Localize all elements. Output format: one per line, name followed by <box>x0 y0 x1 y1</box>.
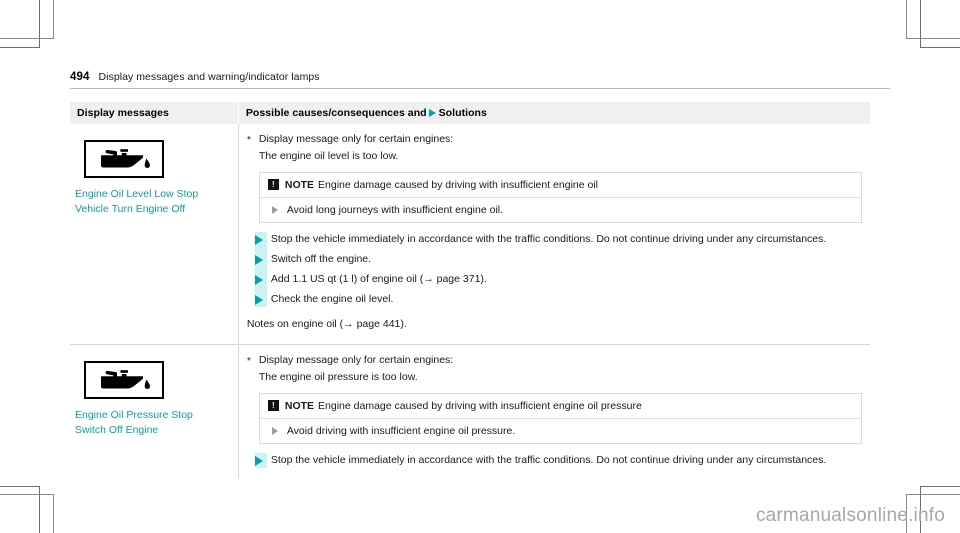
note-title: Engine damage caused by driving with ins… <box>318 400 642 412</box>
column-header-display-messages: Display messages <box>77 107 169 119</box>
triangle-right-icon <box>271 427 278 435</box>
note-callout-bullet: Avoid long journeys with insufficient en… <box>260 198 861 222</box>
lamp-label: Engine Oil Level Low Stop Vehicle Turn E… <box>75 188 199 215</box>
column-header-solutions-prefix: Possible causes/consequences and <box>245 107 427 119</box>
note-bullet-text: Avoid driving with insufficient engine o… <box>286 425 516 437</box>
list-item: Check the engine oil level. <box>247 292 862 307</box>
triangle-right-icon <box>254 456 263 466</box>
triangle-right-icon <box>428 109 436 117</box>
action-step-text: Stop the vehicle immediately in accordan… <box>270 233 827 245</box>
cross-reference-note: Notes on engine oil (→ page 441). <box>246 318 407 330</box>
asterisk-note: * Display message only for certain engin… <box>247 353 862 369</box>
note-word: NOTE <box>284 179 315 191</box>
solutions-cell: * Display message only for certain engin… <box>238 124 870 345</box>
action-step-text: Check the engine oil level. <box>270 293 394 305</box>
note-callout: ! NOTE Engine damage caused by driving wi… <box>258 172 862 223</box>
list-item: Add 1.1 US qt (1 l) of engine oil (→ pag… <box>247 272 862 287</box>
note-bullet-text: Avoid long journeys with insufficient en… <box>286 204 504 216</box>
list-item: Switch off the engine. <box>247 252 862 267</box>
solutions-cell: * Display message only for certain engin… <box>238 345 870 479</box>
column-header-solutions-suffix: Solutions <box>438 107 487 119</box>
crop-mark-top-right-vertical <box>920 0 921 47</box>
display-message-cell: Engine Oil Level Low Stop Vehicle Turn E… <box>70 124 239 345</box>
crop-mark-top-right-vertical-2 <box>906 0 907 38</box>
note-callout-bullet: Avoid driving with insufficient engine o… <box>260 419 861 443</box>
action-step-text: Stop the vehicle immediately in accordan… <box>270 454 827 466</box>
triangle-right-icon <box>254 255 263 265</box>
asterisk-note: * Display message only for certain engin… <box>247 132 862 148</box>
crop-mark-bottom-left-horizontal-2 <box>0 494 54 495</box>
note-title: Engine damage caused by driving with ins… <box>318 179 599 191</box>
crop-mark-bottom-left-horizontal <box>0 486 40 487</box>
exclamation-box-icon: ! <box>267 179 279 190</box>
list-item: Stop the vehicle immediately in accordan… <box>247 453 862 468</box>
action-step-text: Switch off the engine. <box>270 253 372 265</box>
header-divider-rule <box>70 88 890 89</box>
table-header-row: Display messages Possible causes/consequ… <box>70 102 870 124</box>
triangle-right-icon <box>271 206 278 214</box>
crop-mark-top-left-horizontal <box>0 47 40 48</box>
page-running-header: 494 Display messages and warning/indicat… <box>70 71 890 83</box>
crop-mark-top-left-vertical-2 <box>53 0 54 38</box>
crop-mark-top-left-horizontal-2 <box>0 38 54 39</box>
site-watermark: carmanualsonline.info <box>755 505 945 526</box>
triangle-right-icon <box>254 295 263 305</box>
table-row: Engine Oil Pressure Stop Switch Off Engi… <box>70 344 870 479</box>
crop-mark-bottom-left-vertical-2 <box>53 494 54 533</box>
chapter-title: Display messages and warning/indicator l… <box>98 71 320 83</box>
asterisk-note-text: Display message only for certain engines… <box>258 354 454 366</box>
action-step-text: Add 1.1 US qt (1 l) of engine oil (→ pag… <box>270 273 487 285</box>
table-row: Engine Oil Level Low Stop Vehicle Turn E… <box>70 124 870 345</box>
crop-mark-bottom-right-horizontal <box>920 486 960 487</box>
asterisk-note-text: Display message only for certain engines… <box>258 133 454 145</box>
triangle-right-icon <box>254 275 263 285</box>
note-callout-header: ! NOTE Engine damage caused by driving wi… <box>259 173 861 198</box>
note-word: NOTE <box>284 400 315 412</box>
crop-mark-top-right-horizontal-2 <box>906 38 960 39</box>
crop-mark-top-right-horizontal <box>920 47 960 48</box>
display-messages-table: Display messages Possible causes/consequ… <box>70 102 870 478</box>
asterisk-marker: * <box>246 134 251 146</box>
oil-can-icon <box>84 361 164 399</box>
note-callout: ! NOTE Engine damage caused by driving wi… <box>258 393 862 444</box>
condition-text: The engine oil level is too low. <box>258 150 399 162</box>
action-steps-list: Stop the vehicle immediately in accordan… <box>247 453 862 468</box>
crop-mark-bottom-right-horizontal-2 <box>906 494 960 495</box>
column-header-solutions: Possible causes/consequences and Solution… <box>237 102 870 124</box>
page-number: 494 <box>70 71 90 83</box>
action-steps-list: Stop the vehicle immediately in accordan… <box>247 232 862 307</box>
crop-mark-top-left-vertical <box>39 0 40 47</box>
exclamation-box-icon: ! <box>267 400 279 411</box>
triangle-right-icon <box>254 235 263 245</box>
asterisk-marker: * <box>246 355 251 367</box>
list-item: Stop the vehicle immediately in accordan… <box>247 232 862 247</box>
display-message-cell: Engine Oil Pressure Stop Switch Off Engi… <box>70 344 239 478</box>
condition-text: The engine oil pressure is too low. <box>258 371 418 383</box>
oil-can-icon <box>84 140 164 178</box>
note-callout-header: ! NOTE Engine damage caused by driving wi… <box>259 394 861 419</box>
lamp-label: Engine Oil Pressure Stop Switch Off Engi… <box>75 409 193 436</box>
